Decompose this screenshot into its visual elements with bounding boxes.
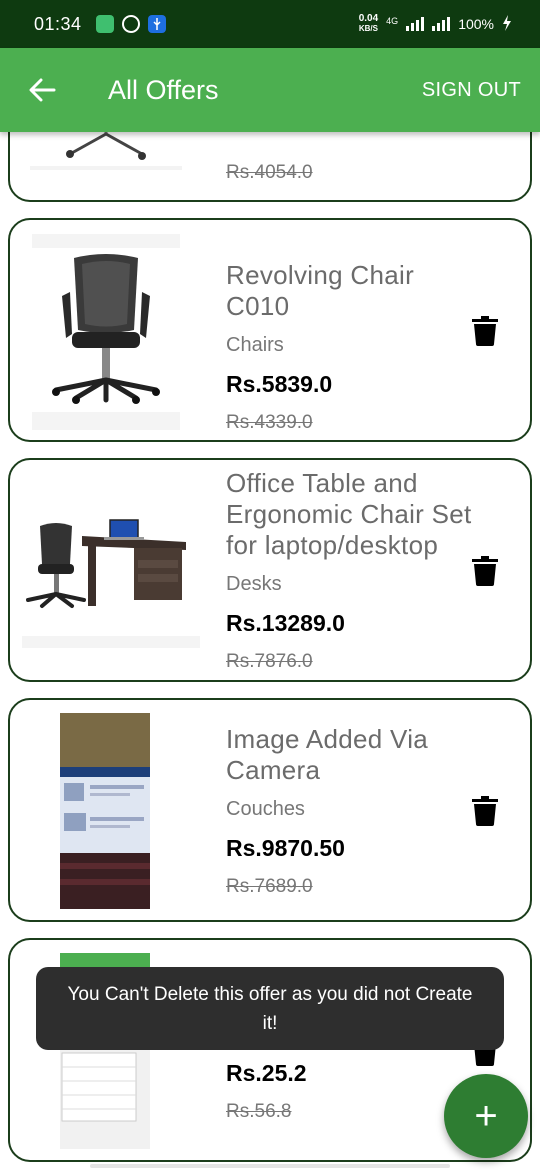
offer-info: Rs.25.2 Rs.56.8: [226, 1060, 470, 1123]
offer-old-price: Rs.7689.0: [226, 876, 313, 897]
usb-icon: [147, 15, 166, 33]
message-app-icon: [95, 15, 114, 33]
offer-old-price: Rs.4339.0: [226, 412, 313, 433]
offer-name: Image Added Via Camera: [226, 724, 429, 785]
trash-icon: [472, 796, 498, 826]
toast-message: You Can't Delete this offer as you did n…: [36, 967, 504, 1050]
notification-icons: [95, 15, 166, 33]
plus-icon: +: [474, 1093, 498, 1138]
whatsapp-icon: [121, 15, 140, 33]
delete-button[interactable]: [472, 316, 498, 346]
page-title: All Offers: [108, 74, 219, 105]
battery-percent: 100%: [458, 16, 494, 32]
delete-button[interactable]: [472, 796, 498, 826]
offer-price: Rs.13289.0: [226, 610, 345, 636]
status-right: 0.04 KB/S 4G 100%: [359, 14, 512, 34]
offer-old-price: Rs.56.8: [226, 1101, 292, 1122]
status-bar: 01:34 0.04 KB/S 4G 100%: [0, 0, 540, 48]
offer-image: [30, 132, 182, 178]
offer-card[interactable]: Revolving Chair C010 Chairs Rs.5839.0 Rs…: [8, 218, 532, 442]
offer-card[interactable]: Office Table and Ergonomic Chair Set for…: [8, 458, 532, 682]
offer-info: Image Added Via Camera Couches Rs.9870.5…: [226, 724, 470, 898]
sign-out-button[interactable]: SIGN OUT: [422, 79, 521, 102]
offer-info: Revolving Chair C010 Chairs Rs.5839.0 Rs…: [226, 260, 470, 434]
signal-icon: [406, 17, 425, 31]
offer-category: Desks: [226, 573, 282, 595]
app-bar: All Offers SIGN OUT: [0, 48, 540, 132]
offer-old-price: Rs.4054.0: [226, 162, 313, 183]
delete-button[interactable]: [472, 556, 498, 586]
offer-price: Rs.5839.0: [226, 371, 333, 397]
net-speed: 0.04 KB/S: [359, 14, 378, 34]
back-button[interactable]: [12, 60, 72, 120]
offer-price: Rs.9870.50: [226, 835, 345, 861]
net-speed-value: 0.04: [358, 13, 379, 24]
offer-price: Rs.25.2: [226, 1060, 307, 1086]
add-offer-button[interactable]: +: [444, 1074, 528, 1158]
offer-image: [60, 713, 150, 909]
offer-image: [22, 508, 200, 648]
arrow-left-icon: [29, 78, 56, 102]
offer-info: Rs.4054.0: [226, 162, 470, 184]
signal-icon-2: [432, 17, 451, 31]
net-speed-unit: KB/S: [358, 24, 378, 33]
offer-info: Office Table and Ergonomic Chair Set for…: [226, 468, 510, 673]
offer-category: Couches: [226, 798, 305, 820]
status-time: 01:34: [34, 13, 82, 34]
charging-icon: [502, 14, 512, 34]
screen: 01:34 0.04 KB/S 4G 100% All Offers SIGN …: [0, 0, 540, 1170]
offer-card[interactable]: Rs.4054.0: [8, 132, 532, 202]
gesture-nav-bar[interactable]: [90, 1164, 450, 1168]
trash-icon: [472, 556, 498, 586]
offer-card[interactable]: Image Added Via Camera Couches Rs.9870.5…: [8, 698, 532, 922]
offer-name: Office Table and Ergonomic Chair Set for…: [226, 468, 472, 560]
trash-icon: [472, 316, 498, 346]
network-type: 4G: [386, 16, 399, 26]
offer-category: Chairs: [226, 334, 284, 356]
offer-name: Revolving Chair C010: [226, 260, 415, 321]
offer-old-price: Rs.7876.0: [226, 651, 313, 672]
offer-image: [32, 234, 180, 430]
